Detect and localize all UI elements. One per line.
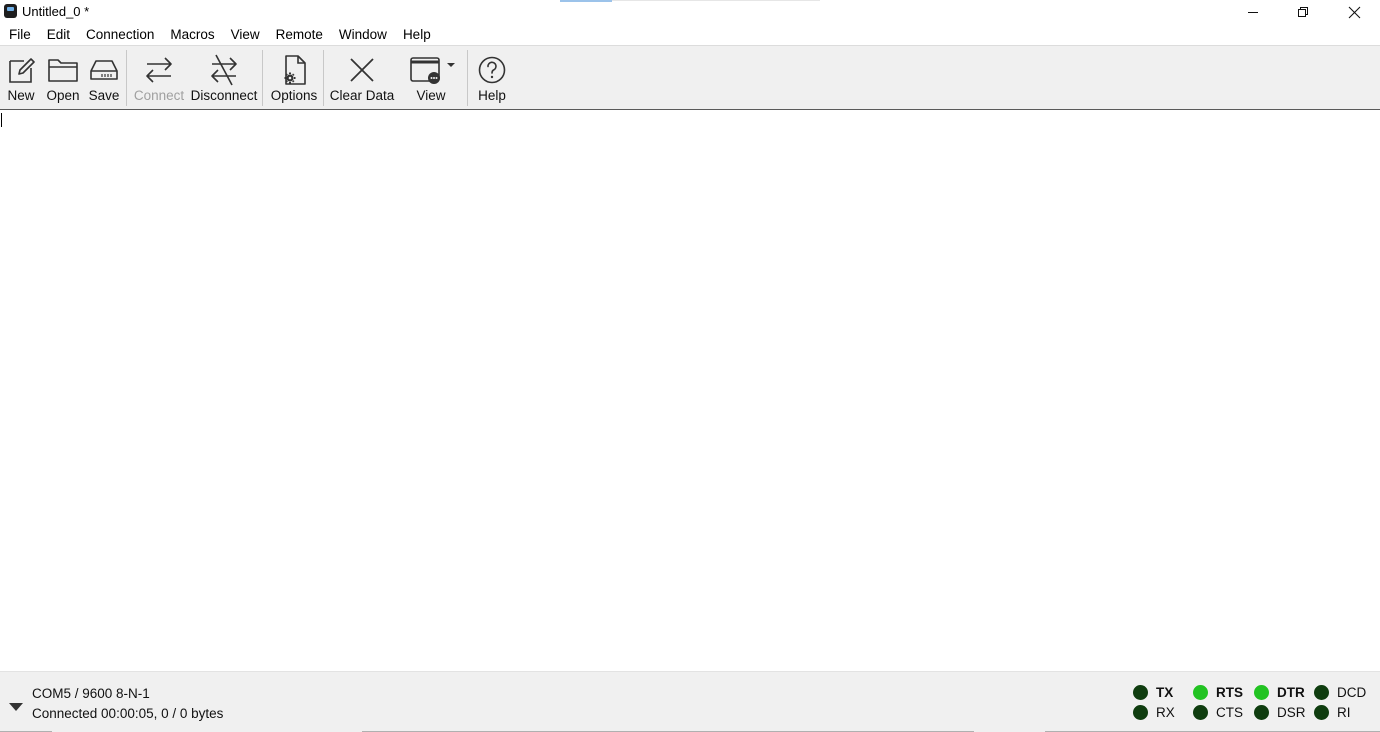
new-document-icon (9, 58, 35, 83)
menu-edit[interactable]: Edit (39, 24, 78, 45)
menu-macros[interactable]: Macros (162, 24, 222, 45)
led-cts: CTS (1193, 705, 1243, 720)
menu-help[interactable]: Help (395, 24, 439, 45)
led-dsr: DSR (1254, 705, 1306, 720)
led-rx-label: RX (1156, 705, 1175, 720)
title-bar[interactable]: Untitled_0 * (0, 0, 1380, 24)
connection-status-text: Connected 00:00:05, 0 / 0 bytes (32, 706, 224, 721)
led-ri-label: RI (1337, 705, 1351, 720)
open-label: Open (46, 88, 80, 103)
menu-file[interactable]: File (0, 24, 39, 45)
view-dropdown-button[interactable]: View (404, 46, 458, 110)
minimize-button[interactable] (1228, 0, 1278, 24)
menu-window[interactable]: Window (331, 24, 395, 45)
title-accent-line (560, 0, 612, 2)
view-label: View (416, 88, 446, 103)
clear-x-icon (350, 58, 374, 82)
led-rts-label: RTS (1216, 685, 1243, 700)
app-icon[interactable] (4, 4, 17, 18)
chevron-down-icon (447, 63, 455, 67)
connect-arrows-icon (146, 57, 172, 83)
options-button[interactable]: Options (270, 46, 318, 110)
connect-button[interactable]: Connect (134, 46, 184, 110)
open-button[interactable]: Open (44, 46, 82, 110)
toolbar-separator (126, 50, 127, 106)
save-label: Save (88, 88, 120, 103)
status-expand-toggle[interactable] (9, 699, 23, 717)
disconnect-label: Disconnect (190, 88, 258, 103)
led-cts-indicator (1193, 705, 1208, 720)
led-dcd: DCD (1314, 685, 1366, 700)
led-ri: RI (1314, 705, 1351, 720)
restore-button[interactable] (1278, 0, 1328, 24)
led-tx-indicator (1133, 685, 1148, 700)
text-caret (1, 113, 2, 127)
disconnect-icon (211, 54, 237, 86)
minimize-icon (1248, 12, 1258, 13)
connect-label: Connect (133, 88, 185, 103)
led-ri-indicator (1314, 705, 1329, 720)
led-rx: RX (1133, 705, 1175, 720)
toolbar-separator (467, 50, 468, 106)
menu-view[interactable]: View (223, 24, 268, 45)
led-tx-label: TX (1156, 685, 1174, 700)
port-settings-text: COM5 / 9600 8-N-1 (32, 686, 150, 701)
help-question-icon (478, 56, 506, 84)
led-tx: TX (1133, 685, 1173, 700)
view-window-icon (410, 57, 455, 84)
clear-data-label: Clear Data (329, 88, 395, 103)
led-dsr-indicator (1254, 705, 1269, 720)
new-label: New (7, 88, 35, 103)
led-dcd-label: DCD (1337, 685, 1367, 700)
led-dtr-indicator (1254, 685, 1269, 700)
clear-data-button[interactable]: Clear Data (330, 46, 394, 110)
help-label: Help (478, 88, 506, 103)
status-bar: COM5 / 9600 8-N-1 Connected 00:00:05, 0 … (0, 671, 1380, 732)
menu-bar: File Edit Connection Macros View Remote … (0, 24, 1380, 45)
save-button[interactable]: Save (88, 46, 120, 110)
options-gear-document-icon (284, 55, 306, 85)
close-button[interactable] (1329, 0, 1379, 24)
toolbar-separator (323, 50, 324, 106)
led-rts-indicator (1193, 685, 1208, 700)
led-dcd-indicator (1314, 685, 1329, 700)
terminal-output-area[interactable] (0, 110, 1380, 671)
options-label: Options (270, 88, 318, 103)
led-dtr[interactable]: DTR (1254, 685, 1305, 700)
triangle-down-icon (9, 703, 23, 711)
app-window: Untitled_0 * File Edit Connection Macros… (0, 0, 1380, 732)
restore-icon (1298, 7, 1308, 17)
title-divider-line (612, 0, 820, 1)
led-dtr-label: DTR (1277, 685, 1305, 700)
help-button[interactable]: Help (474, 46, 510, 110)
disconnect-button[interactable]: Disconnect (190, 46, 258, 110)
toolbar: New Open Save Connect Disconnect Options… (0, 45, 1380, 110)
led-cts-label: CTS (1216, 705, 1243, 720)
window-title: Untitled_0 * (22, 4, 90, 19)
menu-remote[interactable]: Remote (268, 24, 331, 45)
save-drive-icon (90, 60, 118, 80)
led-rts[interactable]: RTS (1193, 685, 1243, 700)
folder-icon (48, 59, 78, 82)
toolbar-separator (262, 50, 263, 106)
close-icon (1348, 6, 1360, 18)
new-button[interactable]: New (4, 46, 38, 110)
menu-connection[interactable]: Connection (78, 24, 162, 45)
led-dsr-label: DSR (1277, 705, 1306, 720)
led-rx-indicator (1133, 705, 1148, 720)
